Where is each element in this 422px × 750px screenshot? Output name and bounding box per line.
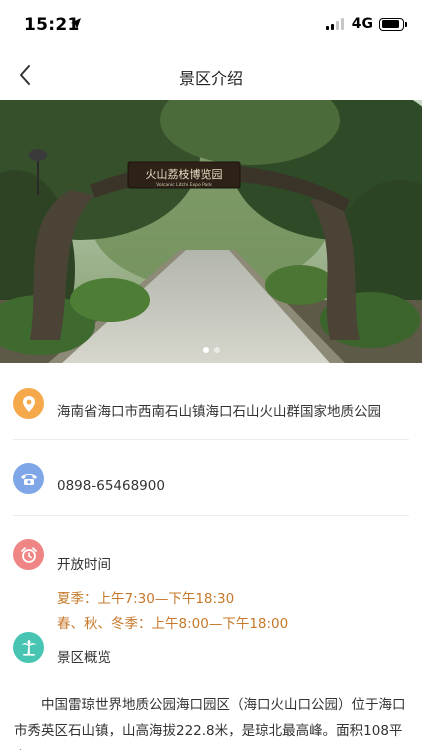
status-indicators: 4G: [325, 16, 407, 32]
address-row[interactable]: 海南省海口市西南石山镇海口石山火山群国家地质公园: [0, 363, 422, 439]
signal-strength-icon: [325, 18, 346, 30]
overview-text: 中国雷琼世界地质公园海口园区（海口火山口公园）位于海口市秀英区石山镇，山高海拔2…: [14, 697, 406, 750]
alarm-clock-icon: [13, 539, 44, 570]
scenic-gate-photo: 火山荔枝博览园 Volcanic Litchi Expo Park: [0, 100, 422, 363]
battery-icon: [379, 17, 407, 31]
carousel-dot[interactable]: [202, 347, 209, 353]
status-bar: 15:21 4G: [0, 0, 422, 50]
carousel-dots: [0, 347, 422, 353]
address-text: 海南省海口市西南石山镇海口石山火山群国家地质公园: [57, 404, 381, 420]
nav-bar: 景区介绍: [0, 50, 422, 100]
palm-tree-icon: [13, 632, 44, 663]
gate-sign-subtext: Volcanic Litchi Expo Park: [156, 182, 212, 188]
network-type: 4G: [351, 16, 373, 32]
other-season-hours: 春、秋、冬季：上午8:00—下午18:00: [57, 616, 289, 632]
gate-sign-text: 火山荔枝博览园: [146, 167, 223, 181]
location-arrow-icon: [71, 18, 81, 29]
carousel-dot[interactable]: [213, 347, 220, 353]
divider: [13, 515, 409, 516]
location-pin-icon: [13, 388, 44, 419]
phone-row[interactable]: 0898-65468900: [0, 440, 422, 516]
summer-hours: 夏季：上午7:30—下午18:30: [57, 591, 235, 607]
phone-text[interactable]: 0898-65468900: [57, 478, 165, 494]
opening-hours-label: 开放时间: [57, 557, 111, 573]
page-title: 景区介绍: [178, 69, 243, 88]
hero-carousel[interactable]: 火山荔枝博览园 Volcanic Litchi Expo Park: [0, 100, 422, 363]
overview-label: 景区概览: [57, 650, 111, 666]
telephone-icon: [13, 463, 44, 494]
